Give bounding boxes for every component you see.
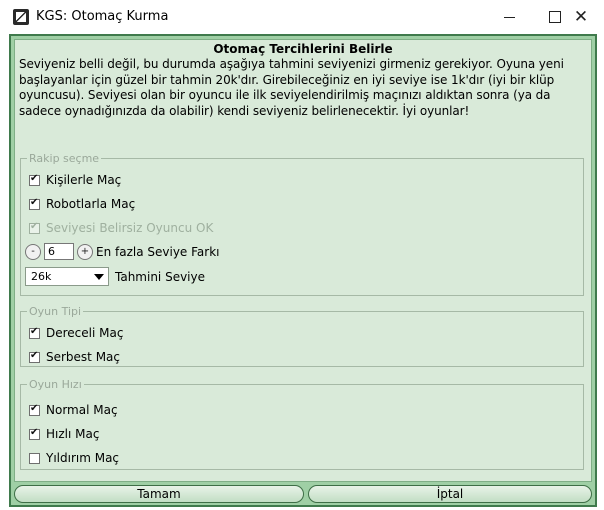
blitz-speed-option[interactable]: Yıldırım Maç bbox=[29, 451, 119, 465]
robots-option[interactable]: Robotlarla Maç bbox=[29, 197, 135, 211]
unranked-ok-label: Seviyesi Belirsiz Oyuncu OK bbox=[46, 221, 214, 235]
opponent-group-legend: Rakip seçme bbox=[29, 152, 100, 165]
rank-diff-increase-button[interactable]: + bbox=[77, 243, 93, 260]
rank-diff-field[interactable]: 6 bbox=[44, 243, 74, 260]
estimated-rank-row: 26k Tahmini Seviye bbox=[25, 267, 205, 286]
fast-speed-label: Hızlı Maç bbox=[46, 427, 100, 441]
normal-speed-option[interactable]: Normal Maç bbox=[29, 403, 118, 417]
estimated-rank-dropdown[interactable]: 26k bbox=[25, 267, 109, 286]
robots-label: Robotlarla Maç bbox=[46, 197, 136, 211]
dialog-description: Seviyeniz belli değil, bu durumda aşağıy… bbox=[19, 57, 564, 118]
normal-speed-checkbox[interactable] bbox=[29, 403, 40, 416]
estimated-rank-value: 26k bbox=[31, 270, 52, 283]
minimize-button[interactable] bbox=[486, 0, 532, 34]
kgs-logo-icon bbox=[13, 9, 29, 25]
blitz-speed-label: Yıldırım Maç bbox=[46, 451, 120, 465]
close-button[interactable]: ✕ bbox=[558, 0, 604, 34]
dialog-frame: Otomaç Tercihlerini Belirle Seviyeniz be… bbox=[9, 34, 597, 507]
autoplay-window: KGS: Otomaç Kurma ✕ Otomaç Tercihlerini … bbox=[0, 0, 604, 510]
window-title: KGS: Otomaç Kurma bbox=[36, 9, 169, 24]
humans-option[interactable]: Kişilerle Maç bbox=[29, 173, 121, 187]
rank-diff-row: - 6 + En fazla Seviye Farkı bbox=[25, 243, 220, 260]
rank-diff-decrease-button[interactable]: - bbox=[25, 243, 41, 260]
title-bar[interactable]: KGS: Otomaç Kurma ✕ bbox=[0, 0, 604, 34]
ranked-checkbox[interactable] bbox=[29, 326, 40, 339]
game-speed-group-legend: Oyun Hızı bbox=[29, 378, 82, 391]
free-label: Serbest Maç bbox=[46, 350, 121, 364]
fast-speed-option[interactable]: Hızlı Maç bbox=[29, 427, 99, 441]
estimated-rank-label: Tahmini Seviye bbox=[115, 269, 205, 284]
game-type-group-legend: Oyun Tipi bbox=[29, 305, 82, 318]
free-checkbox[interactable] bbox=[29, 350, 40, 363]
rank-diff-label: En fazla Seviye Farkı bbox=[96, 244, 220, 259]
chevron-down-icon bbox=[94, 273, 104, 280]
fast-speed-checkbox[interactable] bbox=[29, 427, 40, 440]
dialog-heading: Otomaç Tercihlerini Belirle bbox=[213, 42, 393, 56]
robots-checkbox[interactable] bbox=[29, 197, 40, 210]
ranked-option[interactable]: Dereceli Maç bbox=[29, 326, 123, 340]
humans-checkbox[interactable] bbox=[29, 173, 40, 186]
humans-label: Kişilerle Maç bbox=[46, 173, 122, 187]
ranked-label: Dereceli Maç bbox=[46, 326, 124, 340]
unranked-ok-checkbox bbox=[29, 221, 40, 234]
minimize-icon bbox=[503, 16, 515, 18]
free-option[interactable]: Serbest Maç bbox=[29, 350, 120, 364]
normal-speed-label: Normal Maç bbox=[46, 403, 118, 417]
dialog-content: Otomaç Tercihlerini Belirle Seviyeniz be… bbox=[14, 39, 592, 482]
cancel-button[interactable]: İptal bbox=[308, 485, 592, 503]
blitz-speed-checkbox[interactable] bbox=[29, 452, 40, 464]
unranked-ok-option: Seviyesi Belirsiz Oyuncu OK bbox=[29, 221, 213, 235]
close-icon: ✕ bbox=[573, 6, 589, 27]
ok-button[interactable]: Tamam bbox=[14, 485, 304, 503]
